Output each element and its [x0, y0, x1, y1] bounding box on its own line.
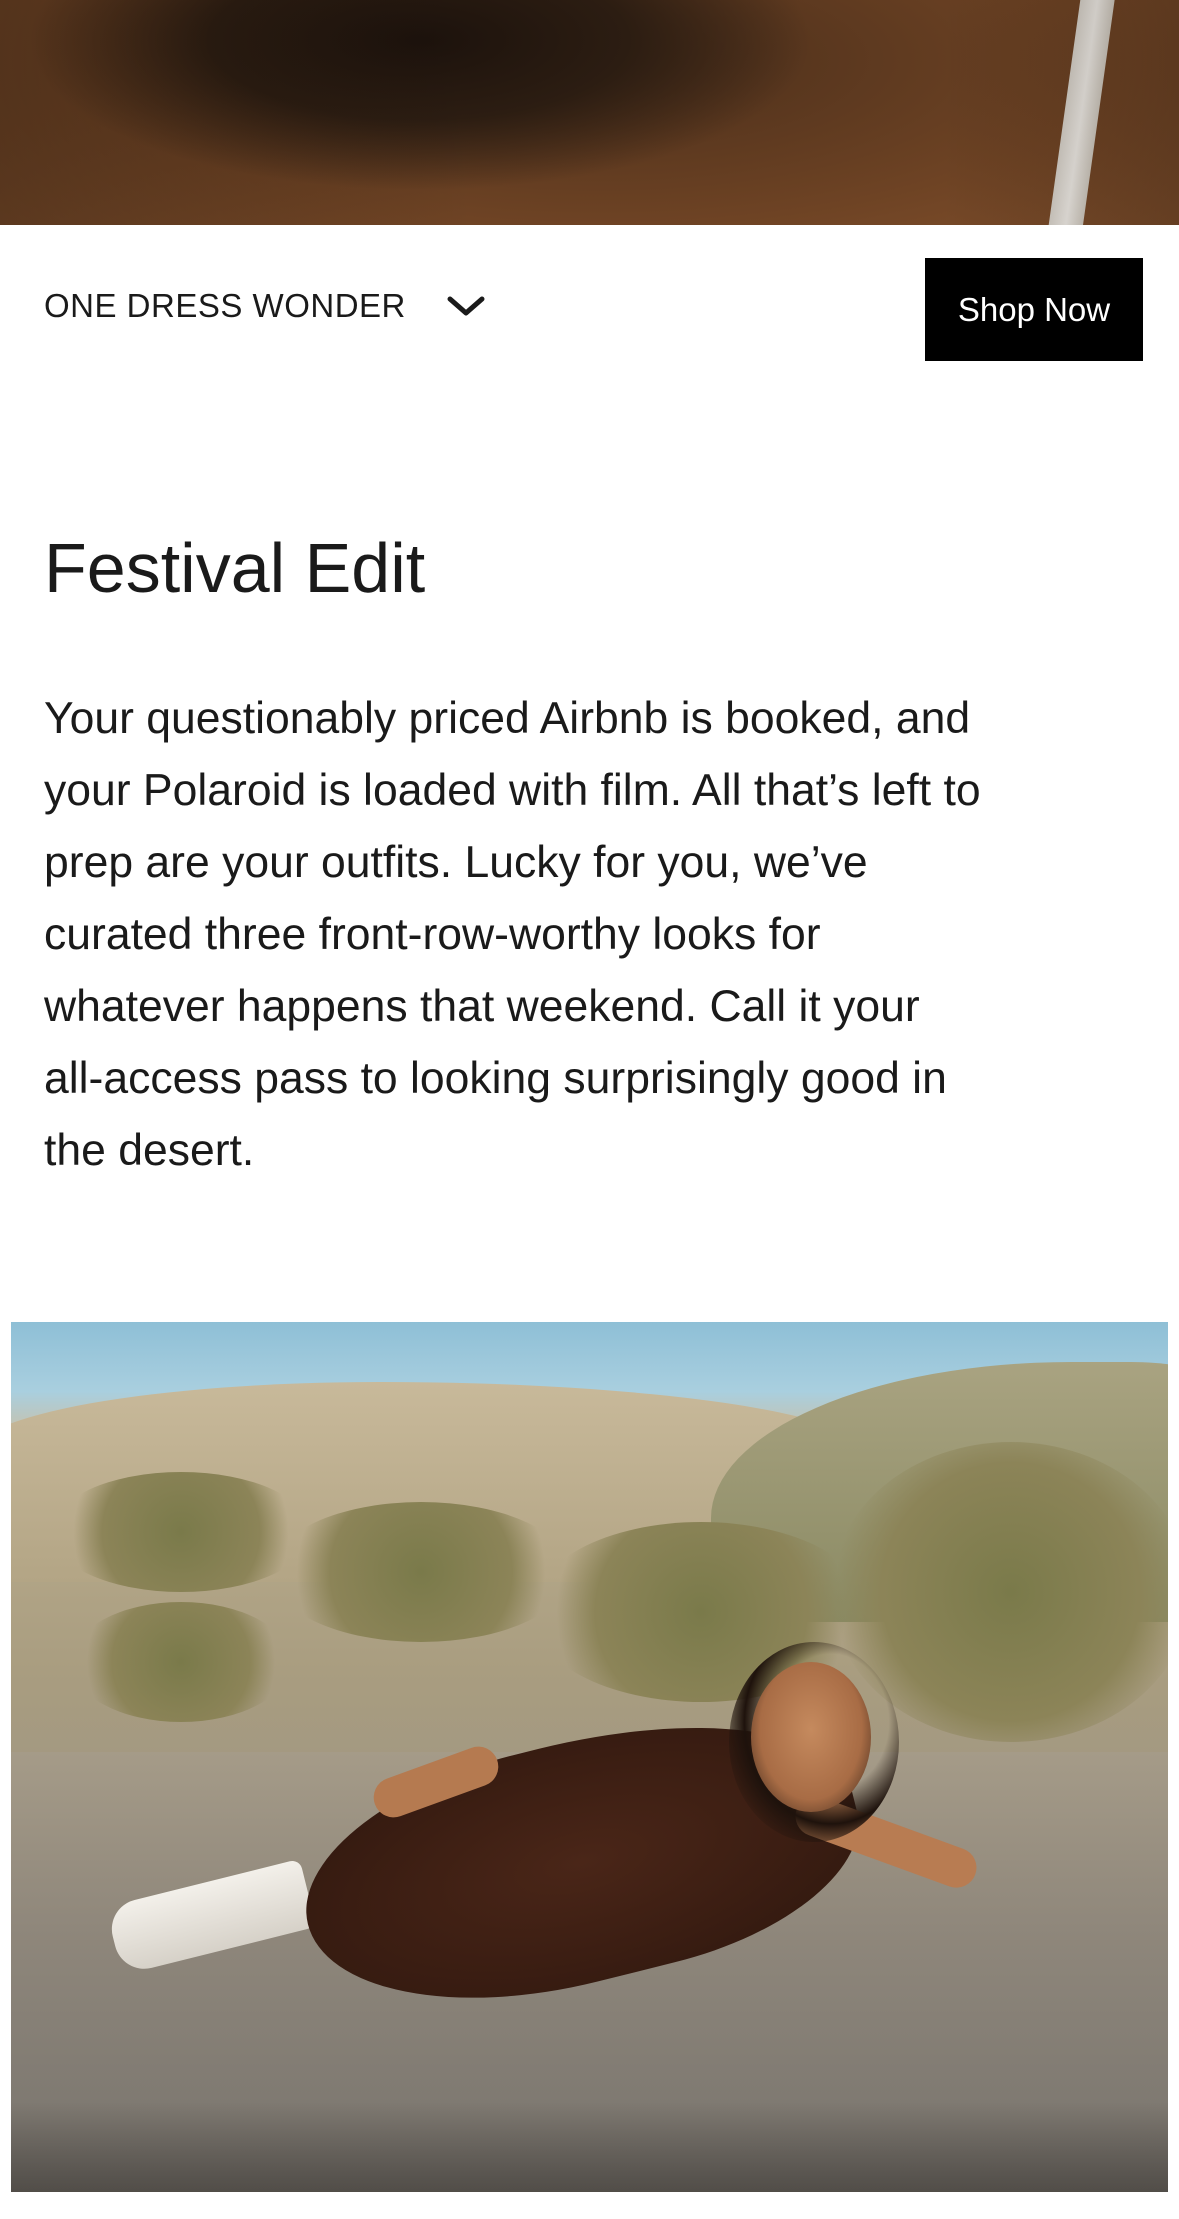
hero-product-photo — [0, 0, 1179, 225]
body-line: prep are your outfits. Lucky for you, we… — [44, 838, 868, 887]
section-body: Your questionably priced Airbnb is booke… — [44, 683, 1144, 1187]
body-line: the desert. — [44, 1126, 255, 1175]
product-name[interactable]: ONE DRESS WONDER — [44, 287, 406, 325]
body-line: curated three front-row-worthy looks for — [44, 910, 821, 959]
desert-editorial-photo[interactable] — [11, 1322, 1168, 2192]
body-line: your Polaroid is loaded with film. All t… — [44, 766, 981, 815]
chevron-down-icon[interactable] — [446, 291, 486, 323]
body-line: whatever happens that weekend. Call it y… — [44, 982, 920, 1031]
shop-now-button[interactable]: Shop Now — [925, 258, 1143, 361]
product-bar: ONE DRESS WONDER Shop Now — [0, 225, 1179, 390]
page: ONE DRESS WONDER Shop Now Festival Edit … — [0, 0, 1179, 2219]
section-title: Festival Edit — [44, 529, 426, 607]
body-line: all-access pass to looking surprisingly … — [44, 1054, 947, 1103]
body-line: Your questionably priced Airbnb is booke… — [44, 694, 971, 743]
